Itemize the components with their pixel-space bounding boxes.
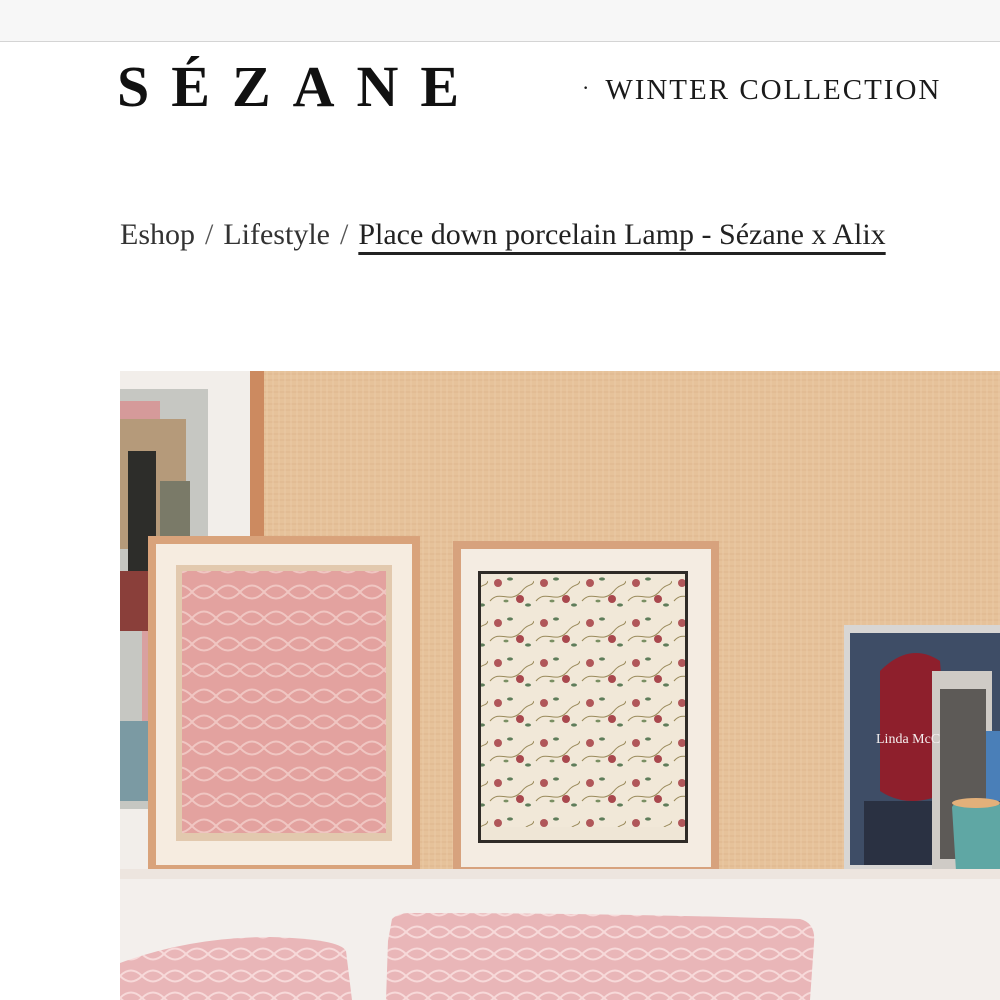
nav-item-winter-collection[interactable]: WINTER COLLECTION <box>605 74 941 106</box>
nav-bullet: · <box>582 75 592 100</box>
brand-logo[interactable]: SÉZANE <box>117 58 481 116</box>
breadcrumb-separator: / <box>339 218 349 251</box>
breadcrumb: Eshop / Lifestyle / Place down porcelain Lam… <box>120 218 886 253</box>
breadcrumb-lifestyle[interactable]: Lifestyle <box>223 218 330 251</box>
breadcrumb-separator: / <box>205 218 214 251</box>
product-hero-image[interactable]: Linda McC <box>120 371 1000 1000</box>
breadcrumb-current[interactable]: Place down porcelain Lamp - Sézane x Ali… <box>358 218 885 251</box>
breadcrumb-eshop[interactable]: Eshop <box>120 218 195 251</box>
browser-toolbar <box>0 0 1000 42</box>
book-cover-title: Linda McC <box>876 732 940 747</box>
main-nav: · WINTER COLLECTION <box>582 76 941 105</box>
